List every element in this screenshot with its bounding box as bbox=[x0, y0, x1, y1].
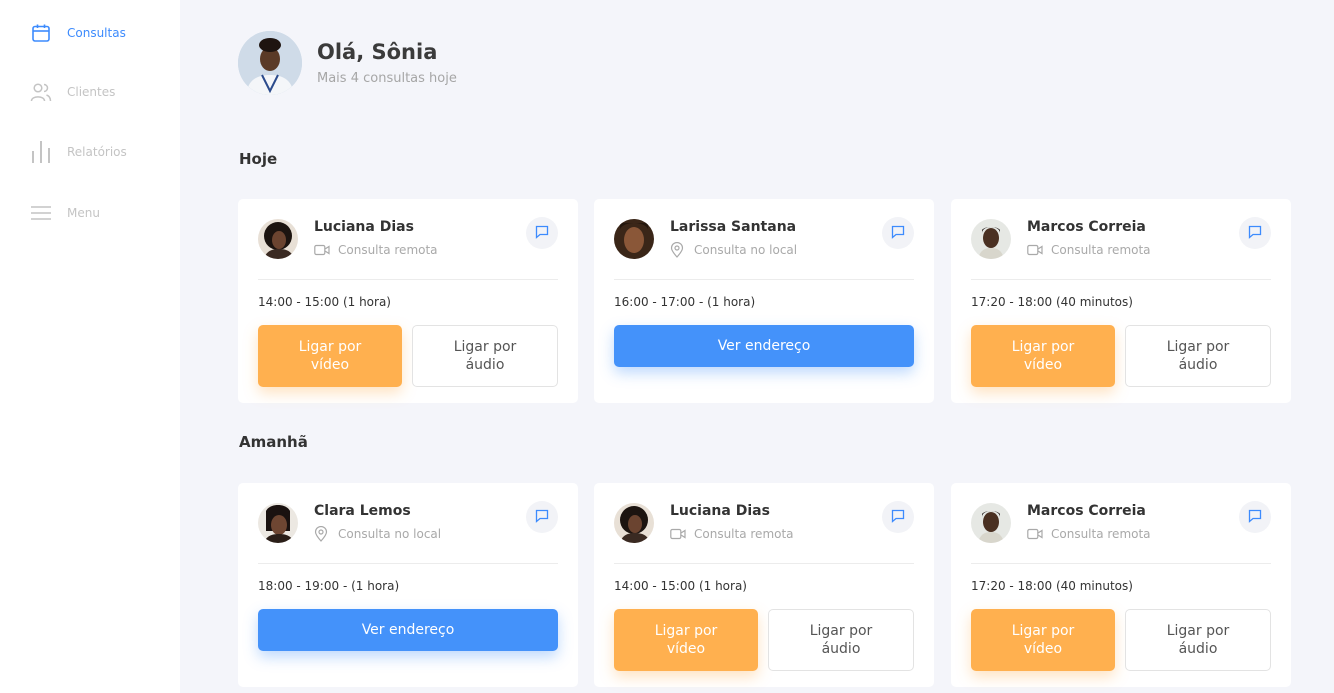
greeting-title: Olá, Sônia bbox=[317, 40, 438, 64]
calendar-icon bbox=[30, 22, 52, 44]
sidebar-item-relatorios[interactable]: Relatórios bbox=[30, 141, 127, 163]
appointment-card: Marcos Correia Consulta remota 17:20 - 1… bbox=[951, 199, 1291, 403]
audio-call-button[interactable]: Ligar por áudio bbox=[768, 609, 914, 671]
divider bbox=[614, 563, 914, 564]
chat-icon bbox=[1248, 224, 1262, 243]
appointment-time: 17:20 - 18:00 (40 minutos) bbox=[971, 295, 1133, 309]
sidebar-item-clientes[interactable]: Clientes bbox=[30, 81, 115, 103]
user-avatar[interactable] bbox=[238, 31, 302, 95]
chat-button[interactable] bbox=[1239, 217, 1271, 249]
view-address-button[interactable]: Ver endereço bbox=[614, 325, 914, 367]
appointment-type: Consulta remota bbox=[1027, 527, 1151, 541]
patient-avatar bbox=[971, 219, 1011, 259]
divider bbox=[971, 563, 1271, 564]
patient-name: Luciana Dias bbox=[314, 219, 414, 235]
appointment-time: 17:20 - 18:00 (40 minutos) bbox=[971, 579, 1133, 593]
video-call-button[interactable]: Ligar por vídeo bbox=[258, 325, 402, 387]
chat-icon bbox=[891, 224, 905, 243]
patient-name: Marcos Correia bbox=[1027, 503, 1146, 519]
appointment-card: Luciana Dias Consulta remota 14:00 - 15:… bbox=[594, 483, 934, 687]
sidebar-item-label: Consultas bbox=[67, 26, 126, 40]
appointment-type: Consulta remota bbox=[314, 243, 438, 257]
appointment-type: Consulta remota bbox=[1027, 243, 1151, 257]
patient-avatar bbox=[258, 219, 298, 259]
audio-call-button[interactable]: Ligar por áudio bbox=[1125, 609, 1271, 671]
appointment-type: Consulta no local bbox=[670, 242, 797, 258]
patient-avatar bbox=[258, 503, 298, 543]
sidebar-item-label: Clientes bbox=[67, 85, 116, 99]
video-icon bbox=[314, 243, 330, 257]
video-icon bbox=[1027, 243, 1043, 257]
sidebar: Consultas Clientes Relatórios Menu bbox=[0, 0, 180, 693]
patient-avatar bbox=[614, 503, 654, 543]
video-icon bbox=[1027, 527, 1043, 541]
video-call-button[interactable]: Ligar por vídeo bbox=[971, 609, 1115, 671]
sidebar-item-label: Menu bbox=[67, 206, 100, 220]
view-address-button[interactable]: Ver endereço bbox=[258, 609, 558, 651]
video-call-button[interactable]: Ligar por vídeo bbox=[614, 609, 758, 671]
divider bbox=[971, 279, 1271, 280]
menu-icon bbox=[30, 202, 52, 224]
patient-avatar bbox=[614, 219, 654, 259]
patient-name: Clara Lemos bbox=[314, 503, 411, 519]
appointment-card: Clara Lemos Consulta no local 18:00 - 19… bbox=[238, 483, 578, 687]
appointment-card: Larissa Santana Consulta no local 16:00 … bbox=[594, 199, 934, 403]
video-icon bbox=[670, 527, 686, 541]
divider bbox=[258, 563, 558, 564]
chat-button[interactable] bbox=[1239, 501, 1271, 533]
appointment-type: Consulta no local bbox=[314, 526, 441, 542]
audio-call-button[interactable]: Ligar por áudio bbox=[412, 325, 558, 387]
greeting-subtitle: Mais 4 consultas hoje bbox=[317, 71, 457, 86]
appointment-card: Marcos Correia Consulta remota 17:20 - 1… bbox=[951, 483, 1291, 687]
chat-button[interactable] bbox=[526, 217, 558, 249]
audio-call-button[interactable]: Ligar por áudio bbox=[1125, 325, 1271, 387]
users-icon bbox=[30, 81, 52, 103]
sidebar-item-label: Relatórios bbox=[67, 145, 127, 159]
patient-name: Marcos Correia bbox=[1027, 219, 1146, 235]
sidebar-item-menu[interactable]: Menu bbox=[30, 202, 100, 224]
chat-icon bbox=[535, 508, 549, 527]
patient-avatar bbox=[971, 503, 1011, 543]
patient-name: Luciana Dias bbox=[670, 503, 770, 519]
appointment-time: 16:00 - 17:00 - (1 hora) bbox=[614, 295, 756, 309]
chat-icon bbox=[891, 508, 905, 527]
appointment-time: 14:00 - 15:00 (1 hora) bbox=[614, 579, 747, 593]
chat-button[interactable] bbox=[882, 217, 914, 249]
appointment-time: 18:00 - 19:00 - (1 hora) bbox=[258, 579, 400, 593]
chat-button[interactable] bbox=[882, 501, 914, 533]
location-pin-icon bbox=[670, 242, 686, 258]
appointment-card: Luciana Dias Consulta remota 14:00 - 15:… bbox=[238, 199, 578, 403]
chat-button[interactable] bbox=[526, 501, 558, 533]
location-pin-icon bbox=[314, 526, 330, 542]
section-title-tomorrow: Amanhã bbox=[239, 433, 308, 451]
section-title-today: Hoje bbox=[239, 150, 278, 168]
divider bbox=[258, 279, 558, 280]
appointment-type: Consulta remota bbox=[670, 527, 794, 541]
chat-icon bbox=[535, 224, 549, 243]
patient-name: Larissa Santana bbox=[670, 219, 797, 235]
sidebar-item-consultas[interactable]: Consultas bbox=[30, 22, 126, 44]
video-call-button[interactable]: Ligar por vídeo bbox=[971, 325, 1115, 387]
chat-icon bbox=[1248, 508, 1262, 527]
appointment-time: 14:00 - 15:00 (1 hora) bbox=[258, 295, 391, 309]
bar-chart-icon bbox=[30, 141, 52, 163]
divider bbox=[614, 279, 914, 280]
